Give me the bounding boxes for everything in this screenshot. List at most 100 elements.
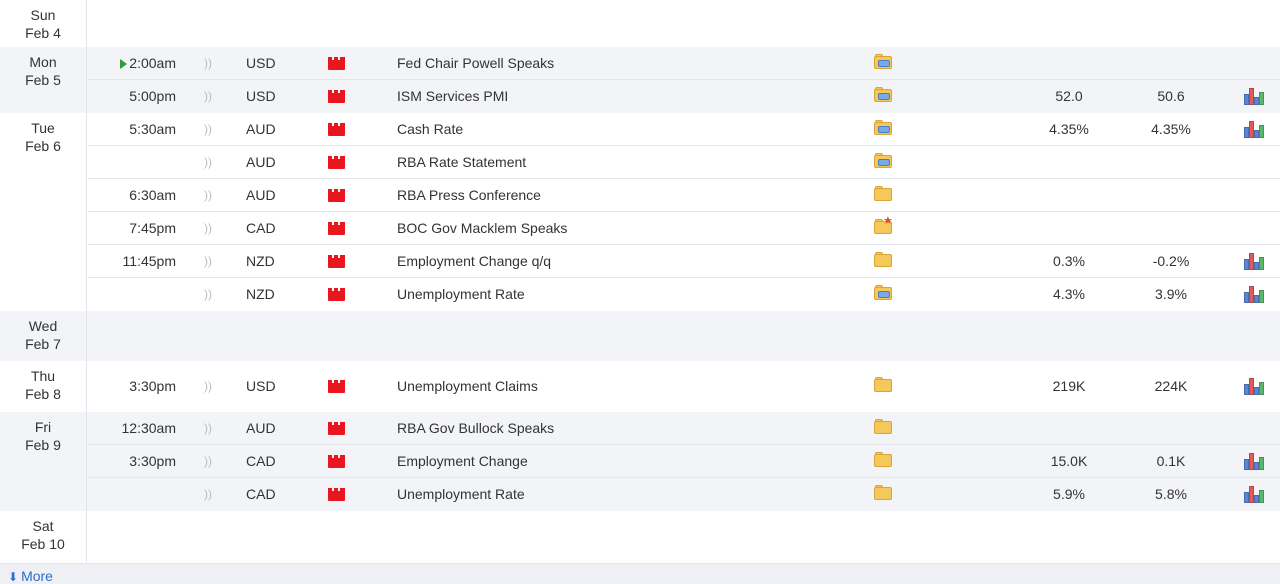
event-row[interactable]: )) CAD Unemployment Rate 5.9% 5.8%: [88, 478, 1280, 511]
bar-chart-icon[interactable]: [1244, 253, 1264, 270]
high-impact-red-folder-icon[interactable]: [328, 57, 345, 70]
event-row[interactable]: 2:00am)) USD Fed Chair Powell Speaks: [88, 47, 1280, 80]
event-actual: 0.3%: [1053, 253, 1085, 269]
event-currency: NZD: [246, 286, 275, 302]
event-forecast: 4.35%: [1151, 121, 1191, 137]
folder-icon[interactable]: [873, 252, 893, 270]
sound-wave-icon[interactable]: )): [201, 278, 215, 310]
sound-wave-icon[interactable]: )): [201, 478, 215, 510]
folder-icon[interactable]: [873, 377, 893, 395]
event-actual: [1028, 47, 1110, 79]
day-group-sun: Sun Feb 4: [0, 0, 1280, 47]
event-time: 11:45pm: [88, 245, 176, 277]
high-impact-red-folder-icon[interactable]: [328, 488, 345, 501]
day-cell: Fri Feb 9: [0, 412, 87, 511]
high-impact-red-folder-icon[interactable]: [328, 156, 345, 169]
sound-wave-icon[interactable]: )): [201, 370, 215, 402]
high-impact-red-folder-icon[interactable]: [328, 455, 345, 468]
high-impact-red-folder-icon[interactable]: [328, 123, 345, 136]
event-title[interactable]: Unemployment Rate: [397, 478, 857, 510]
more-link[interactable]: ⬇ More: [8, 567, 53, 584]
sound-wave-icon[interactable]: )): [201, 212, 215, 244]
high-impact-red-folder-icon[interactable]: [328, 189, 345, 202]
sound-wave-icon[interactable]: )): [201, 47, 215, 79]
event-currency: CAD: [246, 220, 276, 236]
event-forecast: [1130, 212, 1212, 244]
event-time: [88, 478, 176, 510]
folder-doc-icon[interactable]: [873, 87, 893, 105]
sound-wave-icon[interactable]: )): [201, 179, 215, 211]
high-impact-red-folder-icon[interactable]: [328, 255, 345, 268]
event-title[interactable]: Employment Change: [397, 445, 857, 477]
event-row[interactable]: )) AUD RBA Rate Statement: [88, 146, 1280, 179]
event-title[interactable]: ISM Services PMI: [397, 80, 857, 112]
sound-wave-icon[interactable]: )): [201, 445, 215, 477]
high-impact-red-folder-icon[interactable]: [328, 90, 345, 103]
event-row[interactable]: 12:30am)) AUD RBA Gov Bullock Speaks: [88, 412, 1280, 445]
event-title[interactable]: Fed Chair Powell Speaks: [397, 47, 857, 79]
event-row[interactable]: 3:30pm)) CAD Employment Change 15.0K 0.1K: [88, 445, 1280, 478]
event-time-text: 3:30pm: [129, 453, 176, 469]
event-time: [88, 146, 176, 178]
event-row[interactable]: 11:45pm)) NZD Employment Change q/q 0.3% -0.…: [88, 245, 1280, 278]
event-time: 3:30pm: [88, 370, 176, 402]
folder-icon[interactable]: [873, 452, 893, 470]
event-actual: [1028, 179, 1110, 211]
day-date: Feb 10: [21, 536, 65, 552]
more-label: More: [21, 568, 53, 584]
bar-chart-icon[interactable]: [1244, 121, 1264, 138]
event-currency: AUD: [246, 121, 276, 137]
event-title[interactable]: RBA Rate Statement: [397, 146, 857, 178]
event-title[interactable]: Unemployment Rate: [397, 278, 857, 310]
folder-doc-icon[interactable]: [873, 153, 893, 171]
folder-icon[interactable]: [873, 186, 893, 204]
event-forecast: 0.1K: [1156, 453, 1186, 469]
day-date: Feb 8: [25, 386, 61, 402]
event-row[interactable]: 5:30am)) AUD Cash Rate 4.35% 4.35%: [88, 113, 1280, 146]
event-forecast: [1130, 179, 1212, 211]
event-title[interactable]: RBA Press Conference: [397, 179, 857, 211]
sound-wave-icon[interactable]: )): [201, 245, 215, 277]
high-impact-red-folder-icon[interactable]: [328, 422, 345, 435]
high-impact-red-folder-icon[interactable]: [328, 288, 345, 301]
event-title[interactable]: RBA Gov Bullock Speaks: [397, 412, 857, 444]
folder-doc-icon[interactable]: [873, 285, 893, 303]
high-impact-red-folder-icon[interactable]: [328, 222, 345, 235]
event-currency: USD: [246, 88, 276, 104]
event-currency: CAD: [246, 486, 276, 502]
sound-wave-icon[interactable]: )): [201, 412, 215, 444]
event-row[interactable]: 7:45pm)) CAD BOC Gov Macklem Speaks ★: [88, 212, 1280, 245]
folder-doc-icon[interactable]: [873, 120, 893, 138]
event-time-text: 12:30am: [121, 420, 176, 436]
event-row[interactable]: 6:30am)) AUD RBA Press Conference: [88, 179, 1280, 212]
event-title[interactable]: Employment Change q/q: [397, 245, 857, 277]
event-currency: USD: [246, 55, 276, 71]
bar-chart-icon[interactable]: [1244, 378, 1264, 395]
sound-wave-icon[interactable]: )): [201, 146, 215, 178]
high-impact-red-folder-icon[interactable]: [328, 380, 345, 393]
event-currency: AUD: [246, 187, 276, 203]
folder-icon[interactable]: [873, 485, 893, 503]
sound-wave-icon[interactable]: )): [201, 80, 215, 112]
event-title[interactable]: Unemployment Claims: [397, 370, 857, 402]
calendar-footer: ⬇ More: [0, 563, 1280, 584]
event-time: [88, 278, 176, 310]
event-row[interactable]: 3:30pm)) USD Unemployment Claims 219K 224K: [88, 370, 1280, 403]
event-title[interactable]: Cash Rate: [397, 113, 857, 145]
folder-icon[interactable]: [873, 419, 893, 437]
folder-star-icon[interactable]: ★: [873, 216, 893, 237]
sound-wave-icon[interactable]: )): [201, 113, 215, 145]
event-time-text: 3:30pm: [129, 378, 176, 394]
bar-chart-icon[interactable]: [1244, 286, 1264, 303]
day-cell: Mon Feb 5: [0, 47, 87, 113]
day-date: Feb 4: [25, 25, 61, 41]
event-row[interactable]: 5:00pm)) USD ISM Services PMI 52.0 50.6: [88, 80, 1280, 113]
event-title[interactable]: BOC Gov Macklem Speaks: [397, 212, 857, 244]
day-cell: Tue Feb 6: [0, 113, 87, 311]
event-row[interactable]: )) NZD Unemployment Rate 4.3% 3.9%: [88, 278, 1280, 311]
day-name: Thu: [30, 368, 56, 384]
folder-doc-icon[interactable]: [873, 54, 893, 72]
bar-chart-icon[interactable]: [1244, 486, 1264, 503]
bar-chart-icon[interactable]: [1244, 88, 1264, 105]
bar-chart-icon[interactable]: [1244, 453, 1264, 470]
